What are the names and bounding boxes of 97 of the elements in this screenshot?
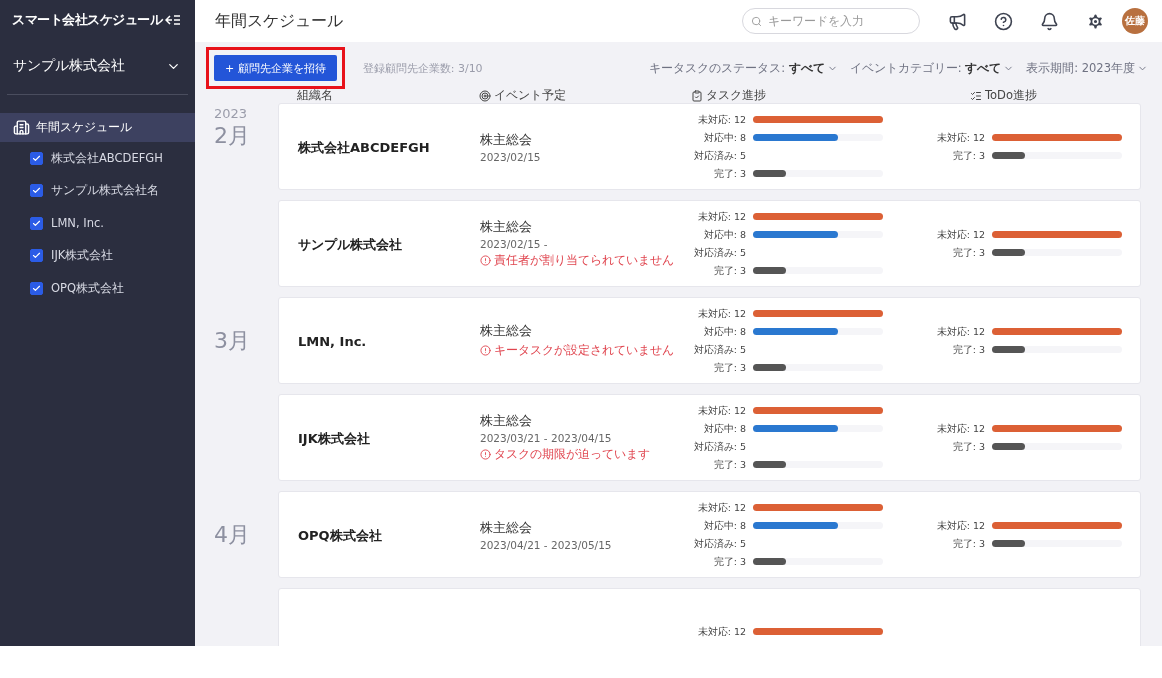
warning-text: キータスクが設定されていません	[494, 342, 674, 359]
schedule-card[interactable]: 株式会社ABCDEFGH 株主総会 2023/02/15 未対応: 12 対応中: 8 対応済み: 5 完了: 3 未対応: 12 完了: 3	[278, 103, 1141, 190]
status-count: 未対応: 12	[696, 501, 746, 514]
company-name: 株式会社ABCDEFGH	[51, 150, 163, 166]
checkbox[interactable]	[30, 151, 43, 165]
status-count: 完了: 3	[712, 264, 746, 277]
status-count: 対応中: 8	[702, 131, 746, 144]
filter-dropdown[interactable]: キータスクのステータス: すべて	[649, 60, 838, 76]
checkbox[interactable]	[30, 281, 43, 295]
app-title: スマート会社スケジュール	[12, 11, 162, 29]
status-count: 未対応: 12	[696, 307, 746, 320]
building-icon	[13, 119, 30, 136]
organization-name: LMN, Inc.	[298, 334, 367, 349]
check-icon	[32, 218, 41, 228]
user-avatar[interactable]: 佐藤	[1122, 8, 1148, 34]
event-title: 株主総会	[480, 518, 533, 537]
checkbox[interactable]	[30, 249, 43, 263]
alert-icon	[480, 255, 491, 266]
status-count: 未対応: 12	[696, 404, 746, 417]
status-count: 未対応: 12	[935, 519, 985, 532]
schedule-card[interactable]: 未対応: 12	[278, 588, 1141, 646]
status-count: 未対応: 12	[935, 228, 985, 241]
event-date: 2023/02/15	[480, 150, 542, 163]
column-header: タスク進捗	[691, 88, 970, 103]
event-title: 株主総会	[480, 412, 533, 430]
schedule-card[interactable]: IJK株式会社 株主総会 2023/03/21 - 2023/04/15 タスクの期限が迫っています 未対応: 12 対応中: 8 対応済み: 5 完了: 3 未対応: 12 完了: 3	[278, 394, 1141, 481]
company-name: OPQ株式会社	[51, 280, 125, 296]
status-count: 対応済み: 5	[692, 246, 746, 259]
alert-icon	[480, 449, 491, 460]
status-count: 完了: 3	[951, 246, 985, 259]
check-icon	[32, 251, 41, 261]
event-title: 株主総会	[480, 322, 533, 340]
status-count: 未対応: 12	[696, 625, 746, 638]
status-count: 未対応: 12	[696, 113, 746, 126]
check-icon	[32, 283, 41, 293]
event-title: 株主総会	[480, 218, 533, 236]
company-count: 登録顧問先企業数: 3/10	[362, 60, 484, 76]
company-name: IJK株式会社	[51, 248, 114, 264]
status-count: 対応中: 8	[702, 519, 746, 532]
month-label: 4月	[214, 520, 250, 549]
check-icon	[32, 153, 41, 163]
check-icon	[32, 186, 41, 196]
status-count: 対応中: 8	[702, 325, 746, 338]
clipboard-check-icon	[691, 89, 703, 102]
column-header: ToDo進捗	[970, 88, 1162, 103]
event-date: 2023/04/21 - 2023/05/15	[480, 538, 613, 551]
status-count: 完了: 3	[712, 555, 746, 568]
status-count: 未対応: 12	[935, 325, 985, 338]
company-selector[interactable]: サンプル株式会社	[0, 46, 195, 86]
month-label: 2月	[214, 122, 250, 150]
status-count: 対応中: 8	[702, 228, 746, 241]
status-count: 完了: 3	[712, 458, 746, 471]
schedule-card[interactable]: OPQ株式会社 株主総会 2023/04/21 - 2023/05/15 未対応: 12 対応中: 8 対応済み: 5 完了: 3 未対応: 12 完了: 3	[278, 491, 1141, 578]
status-count: 未対応: 12	[935, 131, 985, 144]
column-header: 組織名	[297, 88, 334, 103]
event-title: 株主総会	[480, 130, 533, 149]
alert-icon	[480, 345, 491, 356]
year-label: 2023	[214, 106, 248, 121]
status-count: 完了: 3	[951, 440, 985, 453]
search-input[interactable]: キーワードを入力	[766, 13, 911, 29]
status-count: 対応済み: 5	[692, 440, 746, 453]
status-count: 完了: 3	[712, 361, 746, 374]
status-count: 未対応: 12	[696, 210, 746, 223]
status-count: 対応済み: 5	[692, 537, 746, 550]
schedule-card[interactable]: サンプル株式会社 株主総会 2023/02/15 - 責任者が割り当てられていません 未対応: 12 対応中: 8 対応済み: 5 完了: 3 未対応: 12 完了: 3	[278, 200, 1141, 287]
status-count: 完了: 3	[951, 343, 985, 356]
event-date: 2023/02/15 -	[480, 238, 549, 250]
status-count: 完了: 3	[951, 149, 985, 162]
event-date: 2023/03/21 - 2023/04/15	[480, 432, 613, 444]
company-name: サンプル株式会社名	[51, 183, 159, 199]
company-name: LMN, Inc.	[51, 216, 104, 231]
checkbox[interactable]	[30, 184, 43, 198]
month-label: 3月	[214, 326, 250, 355]
target-icon	[479, 89, 491, 102]
status-count: 対応済み: 5	[692, 149, 746, 162]
status-count: 対応中: 8	[702, 422, 746, 435]
filter-dropdown[interactable]: 表示期間: 2023年度	[1026, 60, 1148, 76]
status-count: 完了: 3	[712, 167, 746, 180]
warning-text: 責任者が割り当てられていません	[494, 252, 674, 269]
status-count: 未対応: 12	[935, 422, 985, 435]
warning-text: タスクの期限が迫っています	[494, 446, 650, 463]
filter-dropdown[interactable]: イベントカテゴリー: すべて	[849, 60, 1015, 76]
checklist-icon	[970, 89, 982, 102]
checkbox[interactable]	[30, 216, 43, 230]
invite-button[interactable]: + 顧問先企業を招待	[214, 55, 337, 81]
schedule-card[interactable]: LMN, Inc. 株主総会 キータスクが設定されていません 未対応: 12 対応中: 8 対応済み: 5 完了: 3 未対応: 12 完了: 3	[278, 297, 1141, 384]
column-header: イベント予定	[479, 88, 691, 103]
organization-name: IJK株式会社	[298, 430, 370, 446]
organization-name: サンプル株式会社	[298, 236, 402, 252]
status-count: 対応済み: 5	[692, 343, 746, 356]
organization-name: OPQ株式会社	[298, 527, 382, 543]
status-count: 完了: 3	[951, 537, 985, 550]
search-icon	[751, 15, 762, 27]
page-title: 年間スケジュール	[215, 10, 344, 32]
collapse-icon[interactable]	[165, 14, 181, 26]
organization-name: 株式会社ABCDEFGH	[298, 139, 430, 155]
nav-item[interactable]: 年間スケジュール	[0, 113, 195, 142]
